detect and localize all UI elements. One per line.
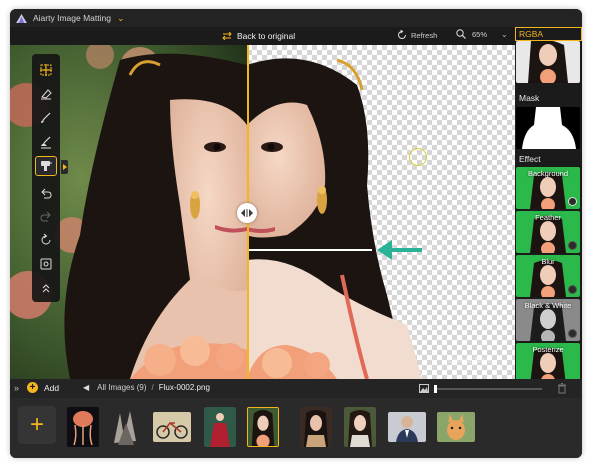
breadcrumb-file: Flux-0002.png [158, 383, 210, 392]
collapse-tools-button[interactable] [35, 278, 57, 298]
zoom-icon [456, 29, 466, 39]
thumbnail-size-slider[interactable] [434, 384, 542, 393]
cutout-preview [247, 45, 515, 379]
thumb-flower-girl[interactable] [247, 407, 279, 447]
move-tool-button[interactable] [35, 60, 57, 80]
breadcrumb-root[interactable]: All Images (9) [97, 383, 146, 392]
bottom-bar: » + Add ◀ All Images (9) / Flux-0002.png [10, 379, 582, 398]
image-icon [419, 384, 429, 393]
effect-feather-check-icon [568, 241, 577, 250]
zoom-value: 65% [472, 29, 488, 39]
reset-button[interactable] [35, 230, 57, 250]
back-to-original-label: Back to original [237, 31, 296, 41]
collapse-filmstrip-icon[interactable]: » [14, 383, 19, 393]
effect-black-white-check-icon [568, 329, 577, 338]
refresh-icon [398, 30, 406, 39]
thumb-cat[interactable] [437, 412, 475, 442]
restore-brush-tool-button[interactable] [35, 132, 57, 152]
breadcrumb: ◀ All Images (9) / Flux-0002.png [83, 383, 210, 392]
redo-icon [40, 211, 51, 222]
back-arrow-icon[interactable]: ◀ [83, 383, 89, 392]
trash-icon[interactable] [557, 383, 567, 394]
brush-cursor [409, 148, 427, 166]
mask-preview-thumb[interactable] [516, 107, 580, 149]
thumb-jellyfish[interactable] [67, 407, 99, 447]
effect-background-check-icon [568, 197, 577, 206]
rgba-preview-thumb[interactable] [516, 41, 580, 83]
restore-brush-icon [41, 136, 51, 149]
mask-section-title: Mask [515, 91, 582, 105]
thumb-red-dress[interactable] [204, 407, 236, 447]
thumbnail-size-control[interactable] [419, 384, 542, 393]
effect-blur-label: Blur [541, 257, 555, 266]
thumb-portrait-2[interactable] [300, 407, 332, 447]
effect-black-white[interactable]: Black & White [516, 299, 580, 341]
slider-knob[interactable] [434, 384, 437, 393]
effect-section-title: Effect [515, 152, 582, 166]
effect-black-white-label: Black & White [524, 301, 572, 310]
app-title: Aiarty Image Matting [33, 13, 111, 23]
effect-posterize-label: Posterize [532, 345, 564, 354]
add-button[interactable]: + Add [27, 382, 59, 393]
app-window: Aiarty Image Matting ⌄ Back to original … [10, 9, 582, 458]
image-canvas[interactable]: Create Mine [10, 45, 515, 379]
thumb-portrait-3[interactable] [344, 407, 376, 447]
effect-blur[interactable]: Blur [516, 255, 580, 297]
move-icon [40, 64, 52, 76]
collapse-up-icon [42, 284, 50, 293]
smart-brush-tool-button[interactable] [35, 156, 57, 176]
tool-panel [32, 54, 60, 302]
effect-background[interactable]: Background [516, 167, 580, 209]
pointer-arrow [377, 240, 422, 260]
eraser-icon [41, 89, 52, 100]
refresh-label: Refresh [411, 30, 438, 40]
frame-icon [40, 258, 52, 270]
thumb-man-suit[interactable] [388, 412, 426, 442]
redo-button[interactable] [35, 207, 57, 227]
breadcrumb-separator: / [151, 383, 154, 392]
brush-icon [41, 112, 51, 123]
effect-background-label: Background [527, 169, 569, 178]
undo-icon [41, 188, 52, 199]
rgba-section-title[interactable]: RGBA [515, 27, 582, 41]
watermark-text: Create Mine [448, 356, 492, 365]
eraser-tool-button[interactable] [35, 84, 57, 104]
undo-button[interactable] [35, 184, 57, 204]
zoom-control[interactable]: 65% ⌄ [456, 29, 508, 39]
add-image-tile[interactable]: + [18, 406, 56, 444]
app-logo-icon [16, 13, 27, 23]
effect-feather[interactable]: Feather [516, 211, 580, 253]
title-bar: Aiarty Image Matting ⌄ [10, 9, 582, 27]
add-label: Add [44, 382, 60, 393]
zoom-chevron-down-icon[interactable]: ⌄ [501, 30, 508, 39]
tool-flyout-arrow-icon[interactable] [61, 160, 68, 174]
effect-feather-label: Feather [535, 213, 561, 222]
compare-handle-icon[interactable] [237, 203, 257, 223]
top-toolbar: Back to original Refresh 65% ⌄ [10, 27, 515, 45]
brush-tool-button[interactable] [35, 108, 57, 128]
reset-icon [41, 233, 51, 245]
fit-frame-button[interactable] [35, 254, 57, 274]
app-menu-chevron-icon[interactable]: ⌄ [117, 13, 125, 24]
refresh-button[interactable]: Refresh [397, 30, 437, 40]
side-panel: RGBA Mask Effect Background Feather Blur… [515, 27, 582, 385]
thumb-crystal[interactable] [110, 407, 142, 447]
back-to-original-button[interactable]: Back to original [222, 29, 295, 43]
add-plus-icon: + [27, 382, 38, 393]
compare-arrows-icon [222, 32, 232, 40]
effect-blur-check-icon [568, 285, 577, 294]
smart-brush-icon [41, 161, 52, 171]
filmstrip: + [10, 398, 582, 458]
thumb-bicycle[interactable] [153, 412, 191, 442]
